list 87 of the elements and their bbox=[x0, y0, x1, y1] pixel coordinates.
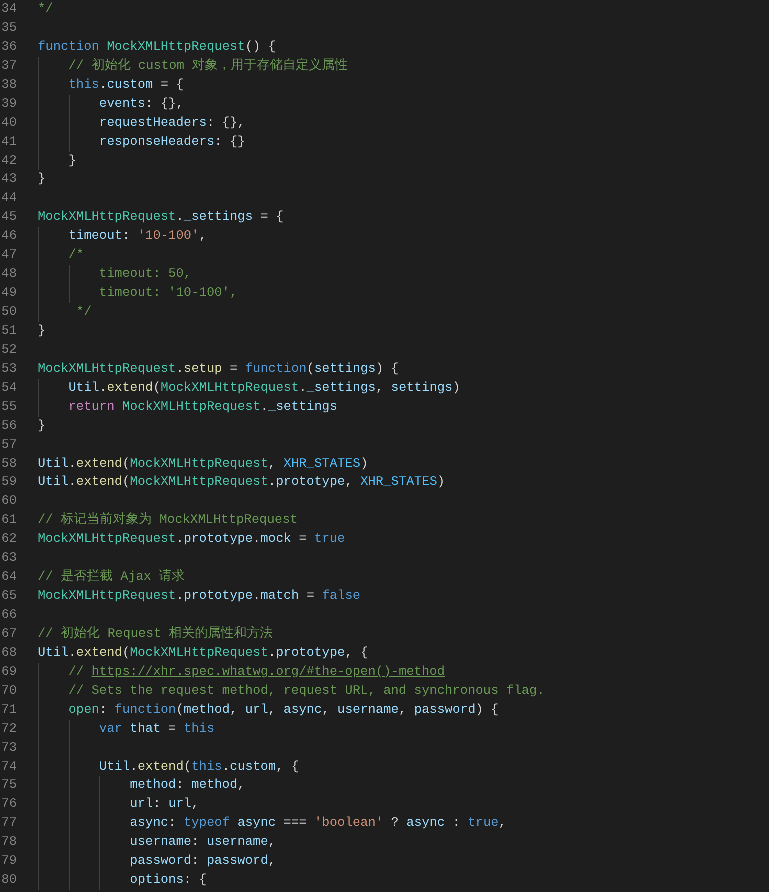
line-number: 59 bbox=[0, 473, 17, 492]
line-number: 50 bbox=[0, 303, 17, 321]
line-number: 53 bbox=[0, 360, 17, 378]
code-line: function MockXMLHttpRequest() { bbox=[38, 38, 276, 54]
line-number: 48 bbox=[0, 265, 17, 284]
code-line: options: { bbox=[129, 872, 207, 888]
line-number: 71 bbox=[0, 700, 17, 719]
code-line: MockXMLHttpRequest.setup = function(settings) { bbox=[38, 360, 399, 376]
line-number: 78 bbox=[0, 833, 17, 852]
line-number: 70 bbox=[0, 682, 17, 700]
code-line: timeout: 50, bbox=[98, 266, 192, 282]
code-line: Util.extend(MockXMLHttpRequest.prototype, XHR_STATES) bbox=[38, 474, 446, 490]
line-number: 72 bbox=[0, 720, 17, 738]
line-number: 49 bbox=[0, 284, 17, 302]
line-number: 77 bbox=[0, 814, 17, 832]
line-number: 63 bbox=[0, 549, 17, 568]
line-number: 79 bbox=[0, 852, 17, 870]
line-number: 44 bbox=[0, 189, 17, 208]
line-number: 42 bbox=[0, 152, 17, 170]
line-number: 40 bbox=[0, 114, 17, 132]
line-number: 58 bbox=[0, 454, 17, 472]
line-number: 35 bbox=[0, 18, 17, 37]
line-number: 41 bbox=[0, 132, 17, 151]
code-line: this.custom = { bbox=[68, 76, 184, 92]
line-number: 34 bbox=[0, 0, 17, 18]
line-number: 73 bbox=[0, 738, 17, 757]
code-line: // 初始化 Request 相关的属性和方法 bbox=[38, 626, 274, 641]
line-number: 39 bbox=[0, 94, 17, 113]
line-number: 66 bbox=[0, 606, 17, 624]
code-line: // 标记当前对象为 MockXMLHttpRequest bbox=[38, 512, 298, 528]
code-line: async: typeof async === 'boolean' ? async : true, bbox=[129, 815, 507, 830]
code-line: MockXMLHttpRequest.prototype.mock = true bbox=[38, 531, 346, 546]
line-number: 67 bbox=[0, 624, 17, 643]
line-number: 51 bbox=[0, 322, 17, 340]
line-number: 62 bbox=[0, 530, 17, 548]
code-line: } bbox=[38, 418, 46, 433]
code-line: timeout: '10-100', bbox=[98, 285, 238, 300]
line-number: 46 bbox=[0, 227, 17, 246]
line-number: 69 bbox=[0, 662, 17, 681]
line-number: 57 bbox=[0, 436, 17, 454]
code-line: url: url, bbox=[129, 796, 200, 812]
line-number: 55 bbox=[0, 398, 17, 416]
code-line: requestHeaders: {}, bbox=[98, 114, 246, 130]
code-line: } bbox=[68, 152, 76, 168]
code-line: // Sets the request method, request URL, and synchronous flag. bbox=[68, 682, 545, 698]
code-line: password: password, bbox=[129, 853, 276, 868]
code-line: } bbox=[38, 322, 46, 338]
line-number: 76 bbox=[0, 795, 17, 814]
code-line: Util.extend(MockXMLHttpRequest._settings, settings) bbox=[68, 380, 460, 395]
code-line: var that = this bbox=[98, 720, 215, 736]
line-number: 47 bbox=[0, 246, 17, 264]
line-number: 74 bbox=[0, 758, 17, 776]
code-line: } bbox=[38, 171, 46, 186]
code-line: events: {}, bbox=[98, 96, 184, 111]
line-number: 37 bbox=[0, 56, 17, 75]
line-number: 52 bbox=[0, 340, 17, 359]
code-line: MockXMLHttpRequest._settings = { bbox=[38, 209, 284, 224]
code-line: */ bbox=[75, 304, 92, 319]
line-number: 45 bbox=[0, 208, 17, 226]
line-number: 75 bbox=[0, 776, 17, 794]
code-line: open: function(method, url, async, username, password) { bbox=[68, 702, 499, 717]
code-line: // 初始化 custom 对象，用于存储自定义属性 bbox=[68, 58, 348, 73]
line-number: 80 bbox=[0, 871, 17, 890]
line-number: 54 bbox=[0, 378, 17, 397]
code-line: Util.extend(this.custom, { bbox=[98, 758, 300, 774]
code-line: return MockXMLHttpRequest._settings bbox=[68, 398, 338, 414]
line-number: 43 bbox=[0, 170, 17, 188]
code-line: Util.extend(MockXMLHttpRequest, XHR_STATES) bbox=[38, 456, 368, 470]
code-line: // 是否拦截 Ajax 请求 bbox=[38, 569, 186, 584]
code-line: timeout: '10-100', bbox=[68, 228, 207, 244]
code-line: MockXMLHttpRequest.prototype.match = false bbox=[38, 588, 361, 604]
line-number: 56 bbox=[0, 416, 17, 435]
line-number: 64 bbox=[0, 568, 17, 586]
code-line: method: method, bbox=[129, 777, 246, 792]
code-line: // https://xhr.spec.whatwg.org/#the-open()-method bbox=[68, 664, 446, 679]
code-line: /* bbox=[68, 247, 84, 262]
code-line: responseHeaders: {} bbox=[98, 134, 246, 149]
line-number: 36 bbox=[0, 38, 17, 56]
code-line: username: username, bbox=[129, 834, 276, 850]
code-line: Util.extend(MockXMLHttpRequest.prototype, { bbox=[38, 644, 368, 660]
line-number: 61 bbox=[0, 511, 17, 530]
line-number: 65 bbox=[0, 587, 17, 606]
line-number: 68 bbox=[0, 644, 17, 662]
line-number: 38 bbox=[0, 76, 17, 94]
code-line: */ bbox=[38, 1, 54, 16]
line-number: 60 bbox=[0, 492, 17, 510]
link[interactable]: https://xhr.spec.whatwg.org/#the-open()-method bbox=[92, 664, 446, 679]
